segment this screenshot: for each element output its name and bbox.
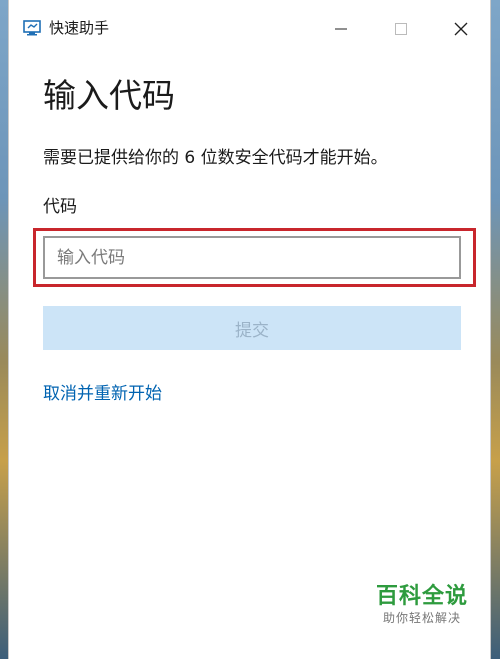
watermark-subtitle: 助你轻松解决 (382, 611, 461, 625)
submit-button[interactable]: 提交 (43, 306, 461, 350)
title-bar[interactable]: 快速助手 (9, 0, 490, 52)
maximize-icon (395, 23, 407, 35)
quick-assist-icon (23, 20, 41, 36)
watermark: 百科全说 助你轻松解决 (367, 584, 477, 626)
code-input[interactable] (43, 236, 461, 279)
desktop-background: 快速助手 输入代码 需要已提供给你的 6 位数安全代码才能开始。 代码 输入代码… (0, 0, 500, 659)
code-field-label: 代码 (43, 197, 77, 217)
quick-assist-window: 快速助手 输入代码 需要已提供给你的 6 位数安全代码才能开始。 代码 输入代码… (8, 0, 491, 659)
close-icon (454, 22, 468, 36)
page-title: 输入代码 (43, 76, 175, 115)
minimize-icon (335, 28, 347, 30)
instruction-text: 需要已提供给你的 6 位数安全代码才能开始。 (43, 148, 388, 168)
watermark-title: 百科全说 (375, 584, 468, 609)
close-button[interactable] (443, 14, 479, 44)
minimize-button[interactable] (323, 14, 359, 44)
maximize-button[interactable] (383, 14, 419, 44)
window-title: 快速助手 (49, 19, 110, 37)
cancel-restart-link[interactable]: 取消并重新开始 (43, 383, 162, 405)
